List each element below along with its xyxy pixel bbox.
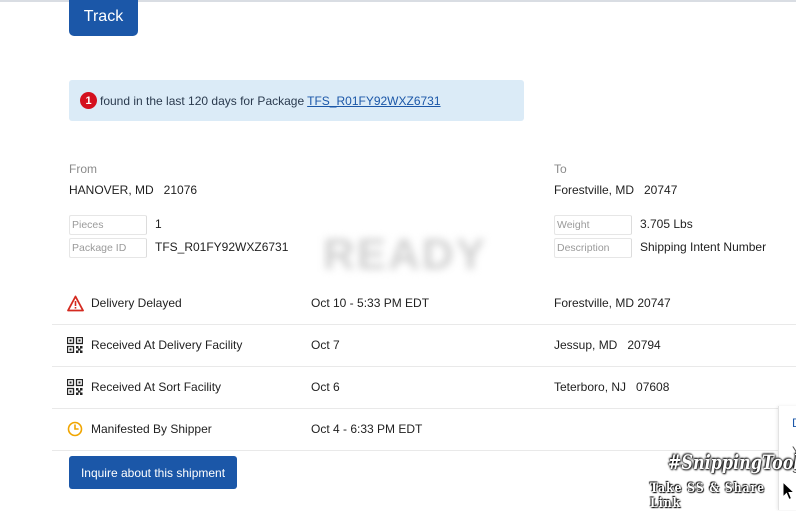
warning-icon [67,295,84,312]
result-count-badge: 1 [80,92,97,109]
notice-text: found in the last 120 days for Package [100,93,305,108]
package-link[interactable]: TFS_R01FY92WXZ6731 [307,94,440,108]
description-value: Shipping Intent Number [640,240,767,254]
event-row: Received At Sort Facility Oct 6 Teterbor… [52,367,796,409]
qr-code-icon [66,378,84,396]
pieces-value: 1 [155,217,162,231]
description-label: Description [554,238,632,258]
package-id-value: TFS_R01FY92WXZ6731 [155,240,289,254]
weight-label: Weight [554,215,632,235]
mouse-cursor-icon [782,480,796,501]
event-date: Oct 10 - 5:33 PM EDT [311,296,430,310]
results-notice: 1 found in the last 120 days for Package… [69,80,524,121]
from-address: HANOVER, MD 21076 [69,183,198,197]
package-id-label: Package ID [69,238,147,258]
from-label: From [69,162,97,176]
event-status: Received At Delivery Facility [91,338,243,352]
event-date: Oct 6 [311,380,340,394]
event-status: Delivery Delayed [91,296,182,310]
watermark-subtitle: Take SS & Share Link [650,481,766,511]
event-status: Received At Sort Facility [91,380,222,394]
blurred-stamp: READY [323,230,488,279]
qr-code-icon [66,336,84,354]
watermark-title: #SnippingTool [668,450,796,474]
event-row: Manifested By Shipper Oct 4 - 6:33 PM ED… [52,409,796,451]
to-label: To [554,162,567,176]
clock-icon [67,421,84,438]
event-location: Jessup, MD 20794 [554,338,661,352]
event-row: Delivery Delayed Oct 10 - 5:33 PM EDT Fo… [52,283,796,325]
event-status: Manifested By Shipper [91,422,212,436]
inquire-button[interactable]: Inquire about this shipment [69,456,237,489]
event-location: Teterboro, NJ 07608 [554,380,670,394]
event-row: Received At Delivery Facility Oct 7 Jess… [52,325,796,367]
to-address: Forestville, MD 20747 [554,183,678,197]
event-location: Forestville, MD 20747 [554,296,671,310]
side-panel-line: D [792,416,796,430]
weight-value: 3.705 Lbs [640,217,693,231]
pieces-label: Pieces [69,215,147,235]
event-date: Oct 7 [311,338,340,352]
event-date: Oct 4 - 6:33 PM EDT [311,422,423,436]
track-button[interactable]: Track [69,0,138,36]
